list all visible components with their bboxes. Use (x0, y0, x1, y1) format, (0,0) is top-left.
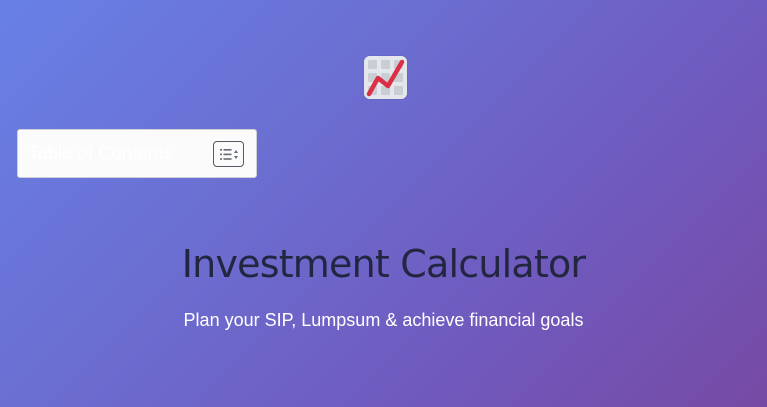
page-subtitle: Plan your SIP, Lumpsum & achieve financi… (183, 310, 584, 330)
page-title: Investment Calculator (181, 242, 586, 286)
toc-title: Table of Contents (28, 143, 173, 164)
chart-increasing-icon (364, 56, 407, 99)
list-toggle-icon (220, 149, 238, 160)
table-of-contents: Table of Contents (17, 129, 257, 178)
toc-toggle-button[interactable] (213, 141, 244, 167)
